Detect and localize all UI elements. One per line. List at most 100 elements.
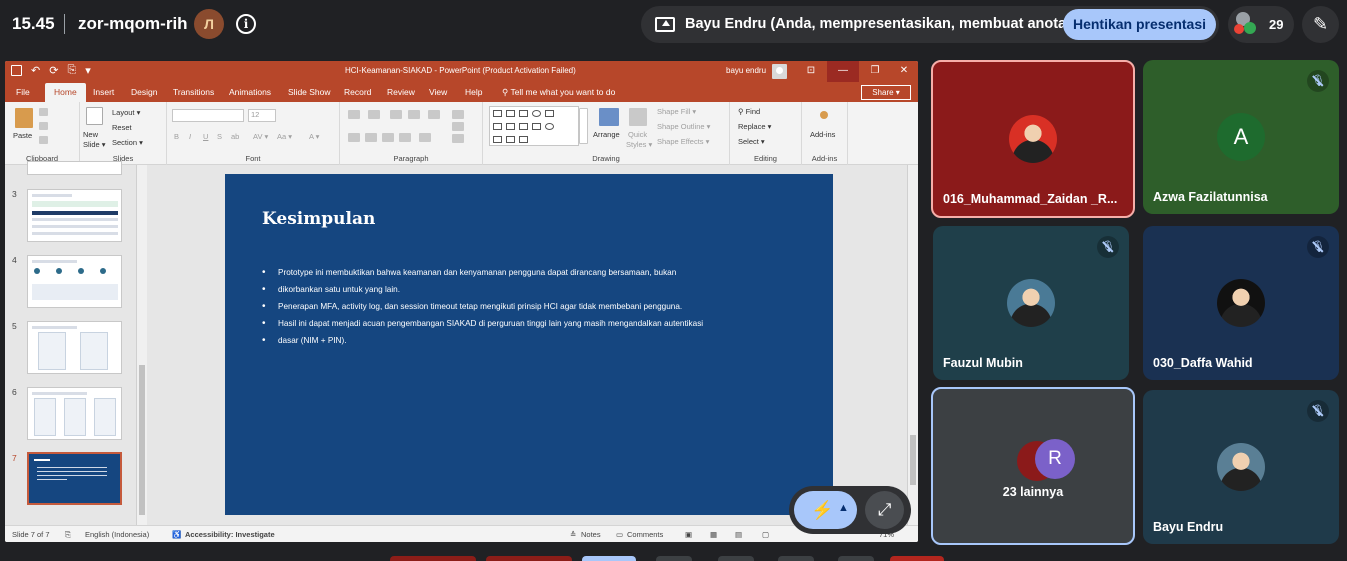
shape-rectangle-icon[interactable] bbox=[519, 110, 528, 117]
bullets-icon[interactable] bbox=[348, 110, 360, 119]
notes-button[interactable]: Notes bbox=[581, 530, 601, 539]
shape-up-arrow-icon[interactable] bbox=[532, 123, 541, 130]
new-slide-label-2[interactable]: Slide ▾ bbox=[83, 140, 106, 149]
shape-fill-button[interactable]: Shape Fill ▾ bbox=[657, 107, 696, 116]
tell-me-search[interactable]: ⚲ Tell me what you want to do bbox=[502, 87, 615, 98]
font-family-select[interactable] bbox=[172, 109, 244, 122]
spelling-icon[interactable]: ⎘ bbox=[65, 530, 71, 540]
line-spacing-icon[interactable] bbox=[428, 110, 440, 119]
align-right-icon[interactable] bbox=[382, 133, 394, 142]
font-color-button[interactable]: A ▾ bbox=[309, 132, 319, 141]
select-button[interactable]: Select ▾ bbox=[738, 137, 765, 146]
participant-tile[interactable]: Fauzul Mubin 🎙 bbox=[933, 226, 1129, 380]
user-avatar-icon[interactable] bbox=[772, 64, 787, 79]
decrease-indent-icon[interactable] bbox=[390, 110, 402, 119]
paste-icon[interactable] bbox=[15, 108, 33, 128]
tab-transitions[interactable]: Transitions bbox=[173, 87, 214, 97]
increase-indent-icon[interactable] bbox=[408, 110, 420, 119]
shape-star-icon[interactable] bbox=[519, 136, 528, 143]
shape-rounded-rect-icon[interactable] bbox=[545, 110, 554, 117]
accessibility-icon[interactable]: ♿ bbox=[172, 530, 181, 539]
slide-thumbnail-7-selected[interactable] bbox=[27, 452, 122, 505]
section-button[interactable]: Section ▾ bbox=[112, 138, 143, 147]
shape-elbow-icon[interactable] bbox=[506, 123, 515, 130]
tab-record[interactable]: Record bbox=[344, 87, 371, 97]
tab-animations[interactable]: Animations bbox=[229, 87, 271, 97]
save-icon[interactable] bbox=[11, 65, 22, 76]
slide-scrollbar[interactable] bbox=[907, 165, 918, 525]
participant-tile[interactable]: R 23 lainnya bbox=[931, 387, 1135, 545]
participants-button[interactable]: 29 bbox=[1228, 6, 1294, 43]
new-slide-icon[interactable] bbox=[86, 107, 103, 125]
slide-thumbnail-2[interactable] bbox=[27, 161, 122, 175]
arrange-label[interactable]: Arrange bbox=[593, 130, 620, 139]
present-button[interactable] bbox=[582, 556, 636, 561]
mic-button[interactable] bbox=[390, 556, 476, 561]
underline-button[interactable]: U bbox=[203, 132, 208, 141]
participant-tile[interactable]: Bayu Endru 🎙 bbox=[1143, 390, 1339, 544]
user-name[interactable]: bayu endru bbox=[726, 66, 766, 75]
camera-button[interactable] bbox=[486, 556, 572, 561]
annotate-pen-icon[interactable]: ✎ bbox=[1302, 6, 1339, 43]
align-text-icon[interactable] bbox=[452, 122, 464, 131]
shapes-gallery[interactable] bbox=[489, 106, 579, 146]
replace-button[interactable]: Replace ▾ bbox=[738, 122, 771, 131]
participant-tile[interactable]: 016_Muhammad_Zaidan _R... bbox=[931, 60, 1135, 218]
smartart-icon[interactable] bbox=[452, 134, 464, 143]
quick-styles-label-2[interactable]: Styles ▾ bbox=[626, 140, 652, 149]
shadow-button[interactable]: ab bbox=[231, 132, 239, 141]
notes-icon[interactable]: ≙ bbox=[570, 530, 576, 539]
addins-button[interactable]: Add-ins bbox=[810, 130, 835, 139]
shape-brace-icon[interactable] bbox=[506, 136, 515, 143]
tab-file[interactable]: File bbox=[16, 87, 30, 97]
find-button[interactable]: ⚲ Find bbox=[738, 107, 760, 116]
bold-button[interactable]: B bbox=[174, 132, 179, 141]
slideshow-view-icon[interactable]: ▢ bbox=[762, 530, 769, 539]
align-center-icon[interactable] bbox=[365, 133, 377, 142]
text-direction-icon[interactable] bbox=[452, 110, 464, 119]
tab-review[interactable]: Review bbox=[387, 87, 415, 97]
ribbon-display-options-icon[interactable]: ⊡ bbox=[795, 61, 827, 82]
shape-effects-button[interactable]: Shape Effects ▾ bbox=[657, 137, 709, 146]
columns-icon[interactable] bbox=[419, 133, 431, 142]
reset-button[interactable]: Reset bbox=[112, 123, 132, 132]
annotation-toggle-button[interactable]: ⚡ ▲ bbox=[794, 491, 857, 529]
shape-curve-icon[interactable] bbox=[493, 136, 502, 143]
restore-button[interactable]: ❐ bbox=[859, 61, 891, 82]
language-indicator[interactable]: English (Indonesia) bbox=[85, 530, 149, 539]
reading-view-icon[interactable]: ▤ bbox=[735, 530, 742, 539]
share-button[interactable]: Share ▾ bbox=[861, 85, 911, 100]
more-options-button[interactable] bbox=[838, 556, 874, 561]
expand-icon[interactable]: ⤢ bbox=[865, 491, 904, 529]
tab-help[interactable]: Help bbox=[465, 87, 482, 97]
justify-icon[interactable] bbox=[399, 133, 411, 142]
chevron-up-icon[interactable]: ▲ bbox=[838, 502, 849, 514]
change-case-button[interactable]: Aa ▾ bbox=[277, 132, 292, 141]
raise-hand-button[interactable] bbox=[778, 556, 814, 561]
slide-sorter-icon[interactable]: ▦ bbox=[710, 530, 717, 539]
redo-icon[interactable]: ⟳ bbox=[49, 64, 58, 77]
slide-thumbnail-3[interactable] bbox=[27, 189, 122, 242]
host-controls-icon[interactable]: Л bbox=[194, 9, 224, 39]
participant-tile[interactable]: 030_Daffa Wahid 🎙 bbox=[1143, 226, 1339, 380]
shape-right-arrow-icon[interactable] bbox=[519, 123, 528, 130]
stop-presenting-button[interactable]: Hentikan presentasi bbox=[1063, 9, 1216, 40]
customize-qat-icon[interactable]: ▾ bbox=[85, 64, 91, 77]
shape-arrow-icon[interactable] bbox=[506, 110, 515, 117]
shape-oval-icon[interactable] bbox=[532, 110, 541, 117]
copy-icon[interactable] bbox=[39, 122, 48, 130]
slide-scroll-thumb[interactable] bbox=[910, 435, 916, 485]
tab-insert[interactable]: Insert bbox=[93, 87, 114, 97]
slide-thumbnail-4[interactable] bbox=[27, 255, 122, 308]
close-button[interactable]: ✕ bbox=[888, 61, 918, 82]
participant-tile[interactable]: A Azwa Fazilatunnisa 🎙 bbox=[1143, 60, 1339, 214]
align-left-icon[interactable] bbox=[348, 133, 360, 142]
shape-line-icon[interactable] bbox=[493, 110, 502, 117]
quick-styles-label[interactable]: Quick bbox=[628, 130, 647, 139]
leave-call-button[interactable] bbox=[890, 556, 944, 561]
shape-triangle-icon[interactable] bbox=[493, 123, 502, 130]
comments-icon[interactable]: ▭ bbox=[616, 530, 623, 539]
tab-slide-show[interactable]: Slide Show bbox=[288, 87, 331, 97]
current-slide[interactable]: Kesimpulan Prototype ini membuktikan bah… bbox=[225, 174, 833, 515]
thumbnails-scroll-thumb[interactable] bbox=[139, 365, 145, 515]
